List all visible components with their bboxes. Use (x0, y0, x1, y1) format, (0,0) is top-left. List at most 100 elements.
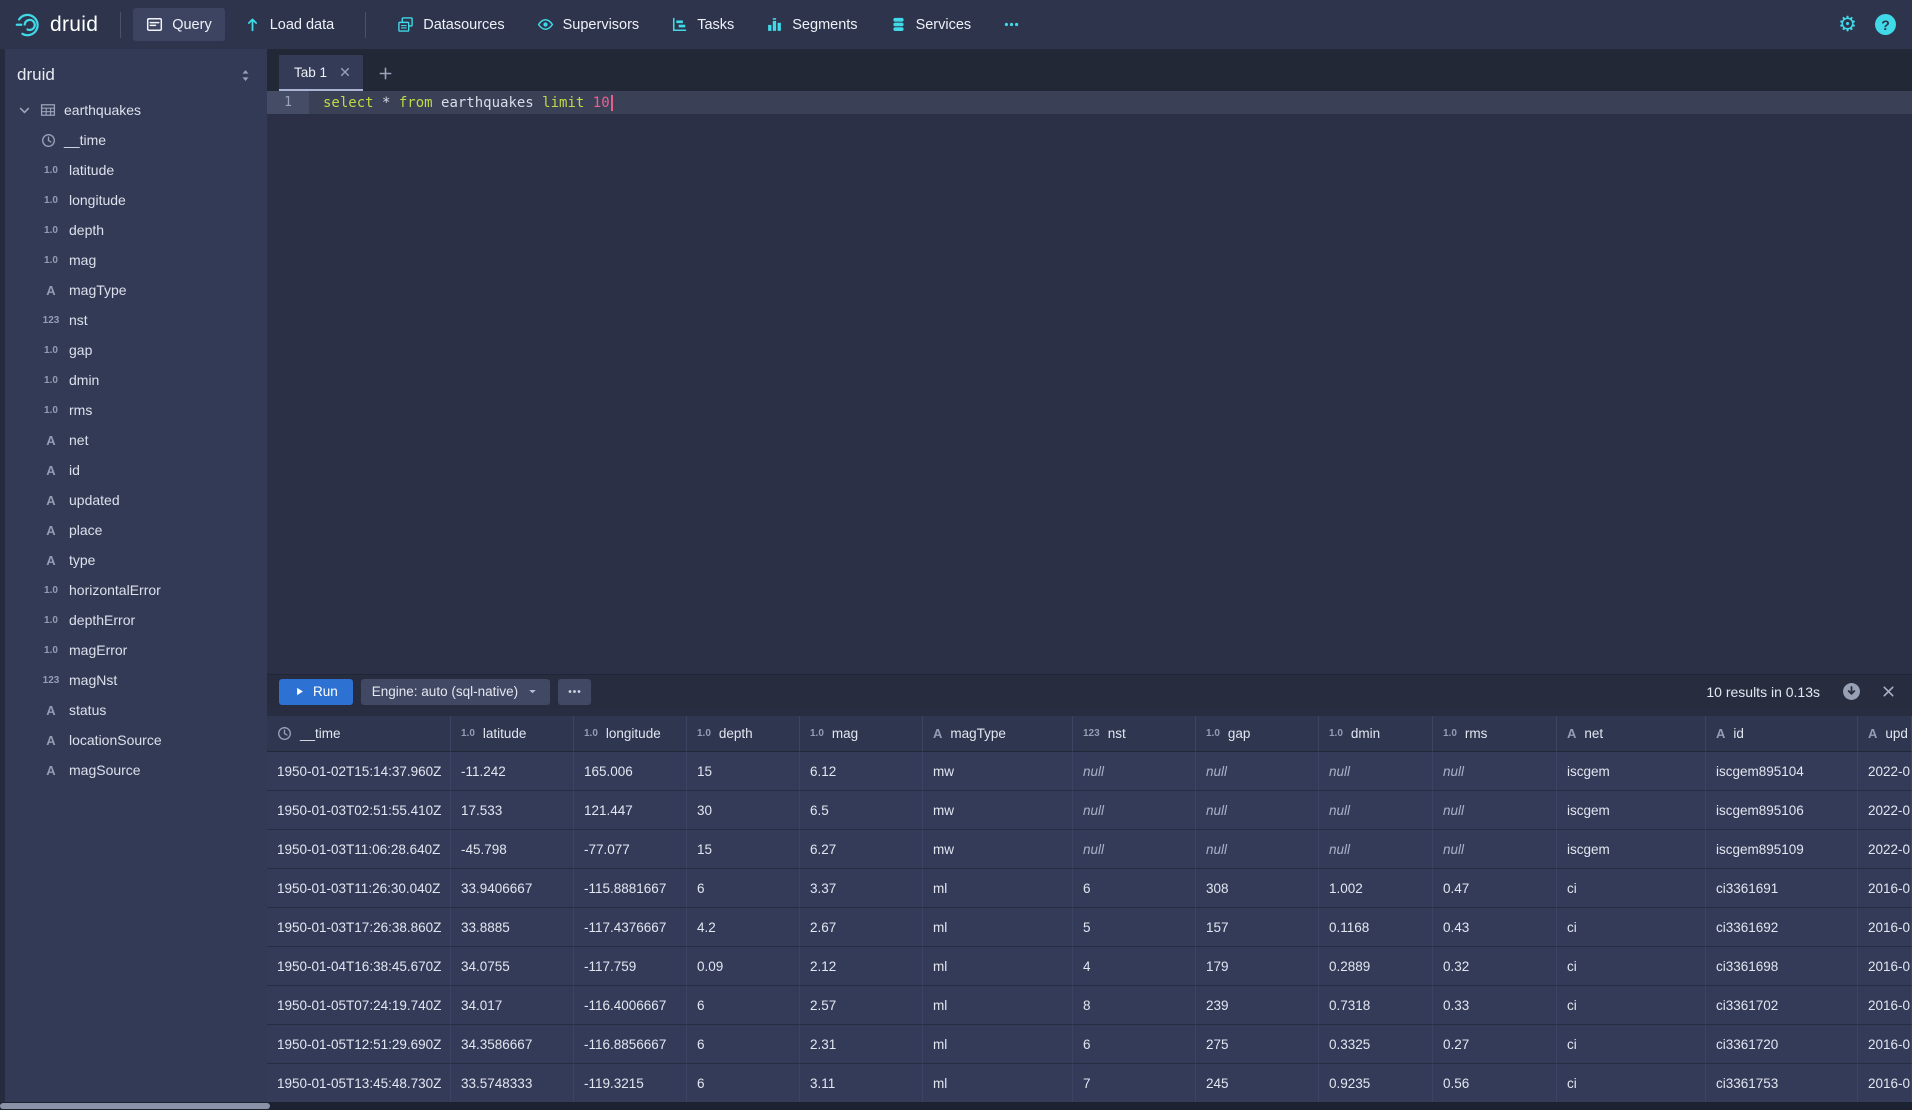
cell-rms[interactable]: 0.56 (1433, 1064, 1557, 1103)
cell-depth[interactable]: 30 (687, 791, 800, 830)
scrollbar-thumb[interactable] (0, 1103, 270, 1109)
cell-id[interactable]: ci3361691 (1706, 869, 1858, 908)
results-header-id[interactable]: Aid (1706, 716, 1858, 752)
cell-dmin[interactable]: 0.7318 (1319, 986, 1433, 1025)
cell-mag[interactable]: 3.11 (800, 1064, 923, 1103)
nav-item-tasks[interactable]: Tasks (658, 8, 747, 41)
cell-depth[interactable]: 6 (687, 1025, 800, 1064)
cell-dmin[interactable]: 0.9235 (1319, 1064, 1433, 1103)
cell-upd[interactable]: 2022-0 (1858, 830, 1912, 869)
cell-rms[interactable]: 0.27 (1433, 1025, 1557, 1064)
results-header-magType[interactable]: AmagType (923, 716, 1073, 752)
download-icon[interactable] (1842, 682, 1861, 701)
cell-longitude[interactable]: 121.447 (574, 791, 687, 830)
nav-item-services[interactable]: Services (877, 8, 985, 41)
cell-nst[interactable]: null (1073, 791, 1196, 830)
tab-close-icon[interactable] (339, 66, 351, 78)
nav-item-more[interactable] (990, 8, 1033, 41)
cell-magType[interactable]: mw (923, 830, 1073, 869)
results-header-latitude[interactable]: 1.0latitude (451, 716, 574, 752)
cell-longitude[interactable]: -117.759 (574, 947, 687, 986)
cell-nst[interactable]: 6 (1073, 1025, 1196, 1064)
sidebar-column-magSource[interactable]: AmagSource (5, 755, 267, 785)
cell-longitude[interactable]: -77.077 (574, 830, 687, 869)
cell-longitude[interactable]: -115.8881667 (574, 869, 687, 908)
results-header-rms[interactable]: 1.0rms (1433, 716, 1557, 752)
double-caret-vertical-icon[interactable] (238, 68, 253, 83)
sql-editor-line[interactable]: 1 select * from earthquakes limit 10 (267, 91, 1912, 114)
cell-rms[interactable]: 0.33 (1433, 986, 1557, 1025)
nav-item-load-data[interactable]: Load data (231, 8, 348, 41)
cell-id[interactable]: ci3361720 (1706, 1025, 1858, 1064)
sql-editor[interactable]: 1 select * from earthquakes limit 10 (267, 91, 1912, 674)
sidebar-column-magError[interactable]: 1.0magError (5, 635, 267, 665)
sidebar-column-place[interactable]: Aplace (5, 515, 267, 545)
cell-magType[interactable]: ml (923, 986, 1073, 1025)
cell-id[interactable]: iscgem895109 (1706, 830, 1858, 869)
sidebar-column-gap[interactable]: 1.0gap (5, 335, 267, 365)
sidebar-column-id[interactable]: Aid (5, 455, 267, 485)
results-header-net[interactable]: Anet (1557, 716, 1706, 752)
cell-depth[interactable]: 6 (687, 986, 800, 1025)
nav-item-datasources[interactable]: Datasources (384, 8, 517, 41)
cell-latitude[interactable]: -45.798 (451, 830, 574, 869)
cell-id[interactable]: ci3361698 (1706, 947, 1858, 986)
cell-gap[interactable]: 157 (1196, 908, 1319, 947)
cell-nst[interactable]: 8 (1073, 986, 1196, 1025)
gear-icon[interactable]: ⚙ (1838, 14, 1857, 35)
sidebar-column-latitude[interactable]: 1.0latitude (5, 155, 267, 185)
cell-depth[interactable]: 6 (687, 869, 800, 908)
help-icon[interactable]: ? (1875, 14, 1896, 35)
cell-depth[interactable]: 6 (687, 1064, 800, 1103)
sidebar-column-longitude[interactable]: 1.0longitude (5, 185, 267, 215)
cell-magType[interactable]: ml (923, 947, 1073, 986)
cell-gap[interactable]: null (1196, 791, 1319, 830)
cell-upd[interactable]: 2016-0 (1858, 986, 1912, 1025)
results-header-dmin[interactable]: 1.0dmin (1319, 716, 1433, 752)
tab-1[interactable]: Tab 1 (279, 55, 363, 91)
cell-net[interactable]: ci (1557, 986, 1706, 1025)
cell-gap[interactable]: 239 (1196, 986, 1319, 1025)
cell-dmin[interactable]: 0.3325 (1319, 1025, 1433, 1064)
sidebar-column-dmin[interactable]: 1.0dmin (5, 365, 267, 395)
cell-gap[interactable]: 308 (1196, 869, 1319, 908)
sidebar-column-status[interactable]: Astatus (5, 695, 267, 725)
results-header-gap[interactable]: 1.0gap (1196, 716, 1319, 752)
results-header-longitude[interactable]: 1.0longitude (574, 716, 687, 752)
cell-net[interactable]: ci (1557, 947, 1706, 986)
cell-upd[interactable]: 2016-0 (1858, 869, 1912, 908)
cell-mag[interactable]: 6.12 (800, 752, 923, 791)
sidebar-column-depth[interactable]: 1.0depth (5, 215, 267, 245)
cell-magType[interactable]: ml (923, 869, 1073, 908)
cell-mag[interactable]: 2.31 (800, 1025, 923, 1064)
sidebar-column-net[interactable]: Anet (5, 425, 267, 455)
cell-rms[interactable]: 0.47 (1433, 869, 1557, 908)
sidebar-column-__time[interactable]: __time (5, 125, 267, 155)
sidebar-table-earthquakes[interactable]: earthquakes (5, 95, 267, 125)
nav-item-segments[interactable]: Segments (753, 8, 870, 41)
cell-gap[interactable]: null (1196, 830, 1319, 869)
sidebar-column-mag[interactable]: 1.0mag (5, 245, 267, 275)
cell-__time[interactable]: 1950-01-05T13:45:48.730Z (267, 1064, 451, 1103)
cell-nst[interactable]: null (1073, 752, 1196, 791)
cell-__time[interactable]: 1950-01-03T02:51:55.410Z (267, 791, 451, 830)
cell-magType[interactable]: ml (923, 1064, 1073, 1103)
sidebar-column-updated[interactable]: Aupdated (5, 485, 267, 515)
cell-gap[interactable]: 179 (1196, 947, 1319, 986)
sidebar-column-depthError[interactable]: 1.0depthError (5, 605, 267, 635)
cell-mag[interactable]: 3.37 (800, 869, 923, 908)
cell-id[interactable]: iscgem895104 (1706, 752, 1858, 791)
close-results-icon[interactable] (1881, 684, 1896, 699)
results-header-upd[interactable]: Aupd (1858, 716, 1912, 752)
cell-nst[interactable]: null (1073, 830, 1196, 869)
cell-latitude[interactable]: 33.5748333 (451, 1064, 574, 1103)
cell-mag[interactable]: 6.27 (800, 830, 923, 869)
cell-longitude[interactable]: -116.8856667 (574, 1025, 687, 1064)
cell-latitude[interactable]: 17.533 (451, 791, 574, 830)
cell-gap[interactable]: 245 (1196, 1064, 1319, 1103)
add-tab-button[interactable] (367, 55, 403, 91)
cell-upd[interactable]: 2016-0 (1858, 1025, 1912, 1064)
sidebar-column-locationSource[interactable]: AlocationSource (5, 725, 267, 755)
cell-dmin[interactable]: null (1319, 830, 1433, 869)
cell-nst[interactable]: 4 (1073, 947, 1196, 986)
